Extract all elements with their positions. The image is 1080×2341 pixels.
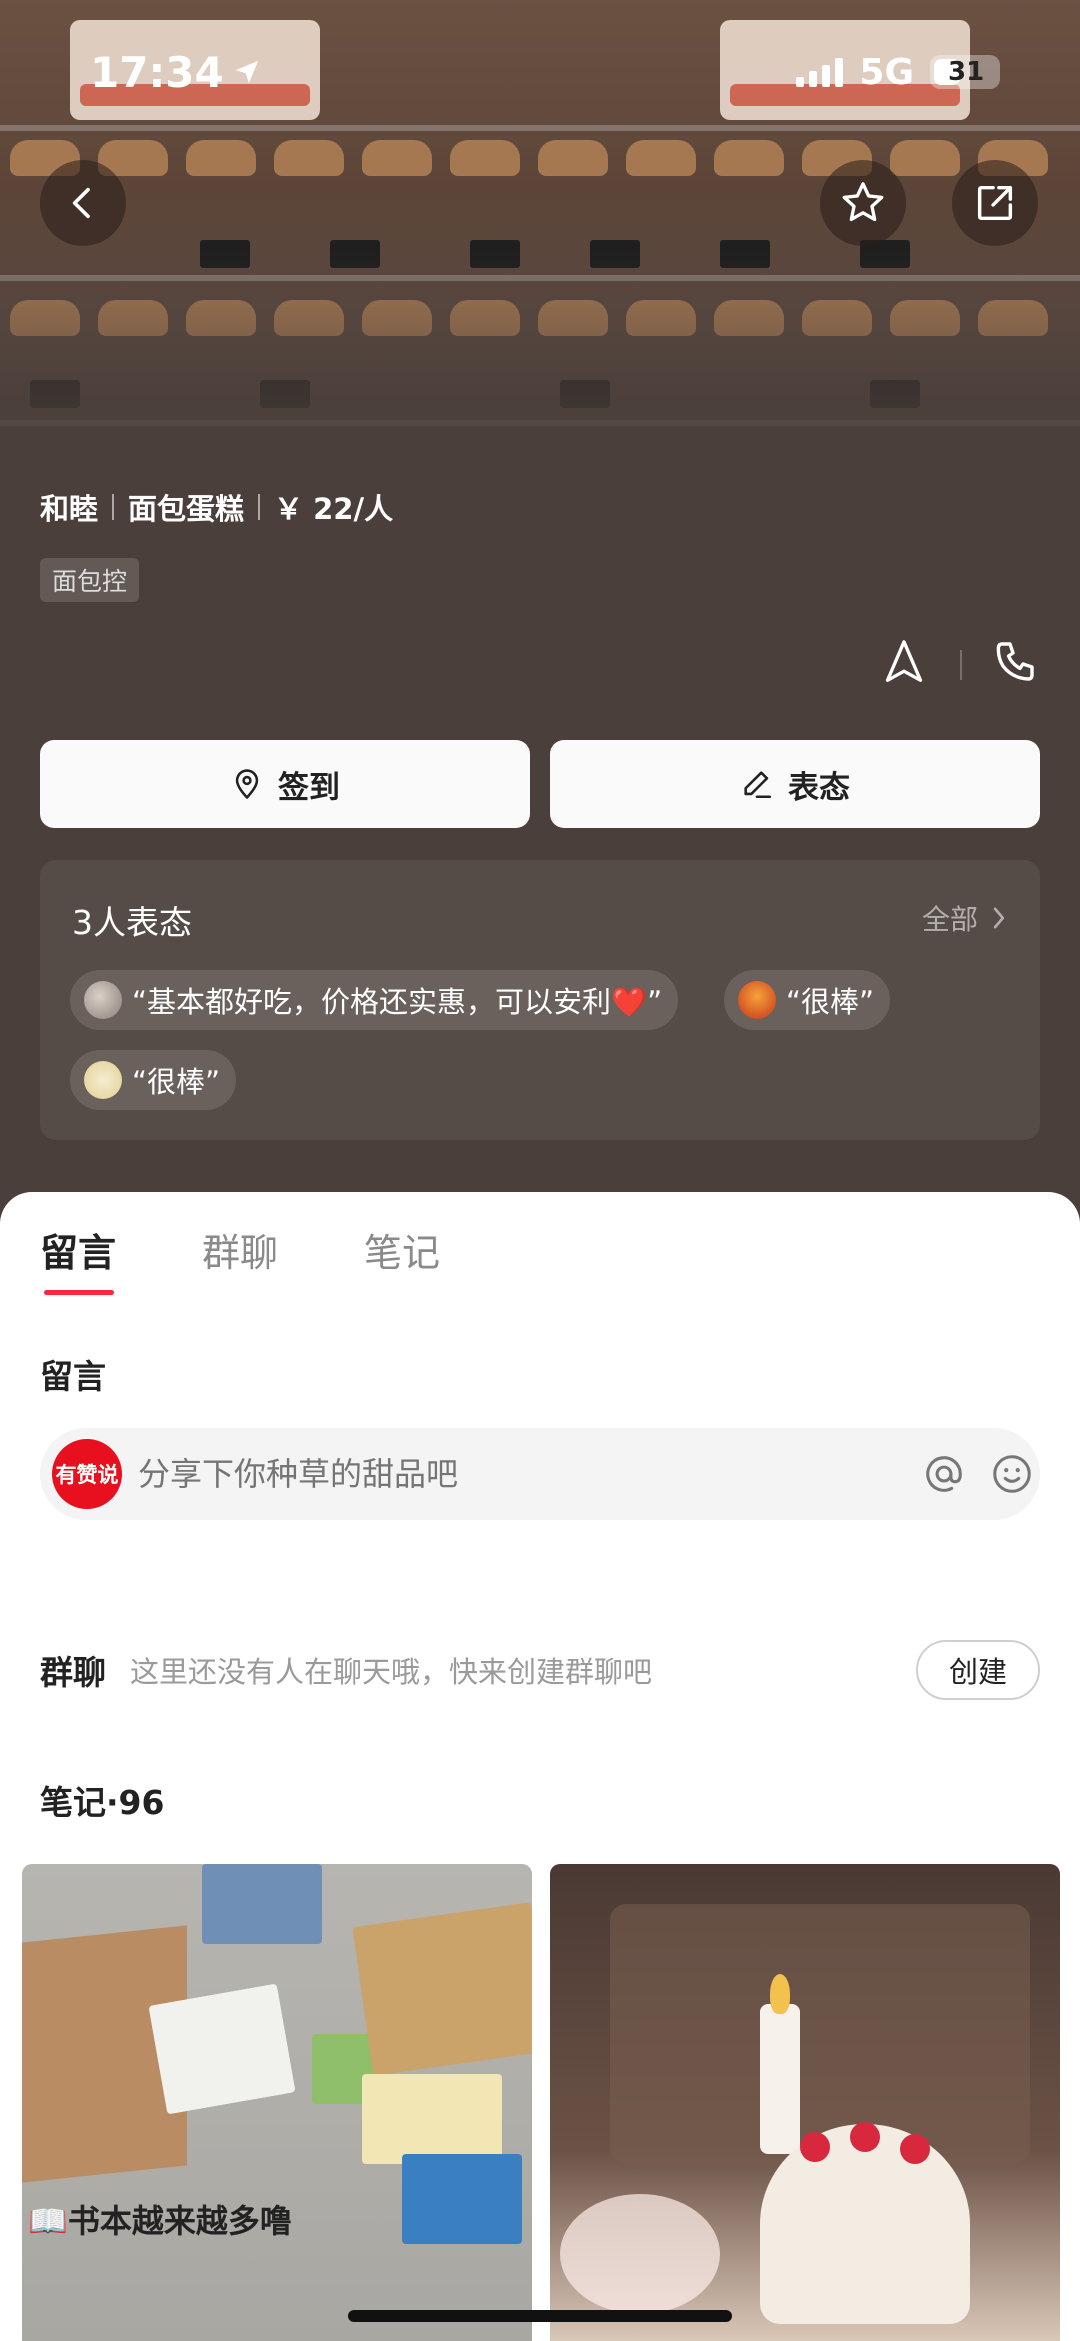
back-button[interactable] [40,160,126,246]
smiley-icon [993,1455,1031,1493]
checkin-label: 签到 [278,769,340,806]
group-chat-label: 群聊 [40,1653,106,1692]
shop-category: 面包蛋糕 [128,492,245,526]
mention-button[interactable] [918,1448,970,1500]
avatar [84,981,122,1019]
network-type: 5G [859,51,914,93]
chevron-left-icon [72,187,90,219]
call-button[interactable] [986,632,1046,692]
avatar [84,1061,122,1099]
battery-level: 31 [948,57,985,87]
battery-icon: 31 [930,55,1000,89]
shop-name: 和睦 [40,492,99,526]
reviews-all-label: 全部 [921,903,978,936]
note-caption[interactable]: 📖书本越来越多噜 [28,2196,292,2242]
reviews-card: 3人表态 全部 “基本都好吃，价格还实惠，可以安利❤️” “很棒” “很棒” [40,860,1040,1140]
note-image [610,1904,1030,2164]
at-sign-icon [926,1456,962,1492]
comments-section-title: 留言 [40,1357,106,1396]
emoji-button[interactable] [986,1448,1038,1500]
shop-tag-badge[interactable]: 面包控 [40,558,140,602]
tab-notes[interactable]: 笔记 [364,1222,440,1277]
location-arrow-icon [235,60,258,84]
shop-meta: 和睦 面包蛋糕 ￥ 22/人 [40,486,393,528]
content-sheet: 留言 群聊 笔记 留言 有赞说 群聊 这里还没有人在聊天哦，快来创建群聊吧 创建… [0,1192,1080,2341]
group-chat-row: 群聊 这里还没有人在聊天哦，快来创建群聊吧 创建 [40,1638,1040,1702]
tab-bar: 留言 群聊 笔记 [40,1222,440,1295]
note-card[interactable] [22,1864,532,2341]
comment-box[interactable]: 有赞说 [40,1428,1040,1520]
status-time: 17:34 [90,48,262,97]
review-chip[interactable]: “基本都好吃，价格还实惠，可以安利❤️” [70,970,679,1030]
status-bar: 17:34 5G 31 [0,42,1080,102]
tab-group-chat[interactable]: 群聊 [202,1222,278,1277]
reviews-all-link[interactable]: 全部 [922,898,1010,938]
phone-icon [996,642,1034,681]
note-card[interactable] [550,1864,1060,2341]
checkin-button[interactable]: 签到 [40,740,530,828]
avatar [738,981,776,1019]
pen-icon [744,771,772,799]
share-button[interactable] [952,160,1038,246]
share-icon [977,185,1013,221]
brand-logo: 有赞说 [52,1439,122,1509]
notes-title: 笔记·96 [40,1783,165,1822]
reviews-title: 3人表态 [72,903,192,942]
review-chip[interactable]: “很棒” [70,1050,237,1110]
opinion-button[interactable]: 表态 [550,740,1040,828]
create-group-button[interactable]: 创建 [916,1640,1040,1700]
review-chip[interactable]: “很棒” [724,970,891,1030]
group-chat-hint: 这里还没有人在聊天哦，快来创建群聊吧 [130,1655,653,1689]
chevron-right-icon [993,907,1005,929]
tab-comments[interactable]: 留言 [40,1222,116,1295]
comment-input[interactable] [138,1455,898,1493]
home-indicator[interactable] [348,2310,732,2322]
location-pin-icon [235,769,259,799]
favorite-button[interactable] [820,160,906,246]
review-text: “很棒” [132,1065,221,1099]
shop-price: ￥ 22/人 [274,492,394,526]
signal-icon [796,57,844,87]
note-caption-text: 📖书本越来越多噜 [28,2202,292,2240]
navigation-arrow-icon [885,640,923,682]
navigate-button[interactable] [874,632,934,692]
star-icon [842,182,884,222]
review-text: “很棒” [786,985,875,1019]
opinion-label: 表态 [788,769,850,806]
review-text: “基本都好吃，价格还实惠，可以安利❤️” [132,985,663,1019]
